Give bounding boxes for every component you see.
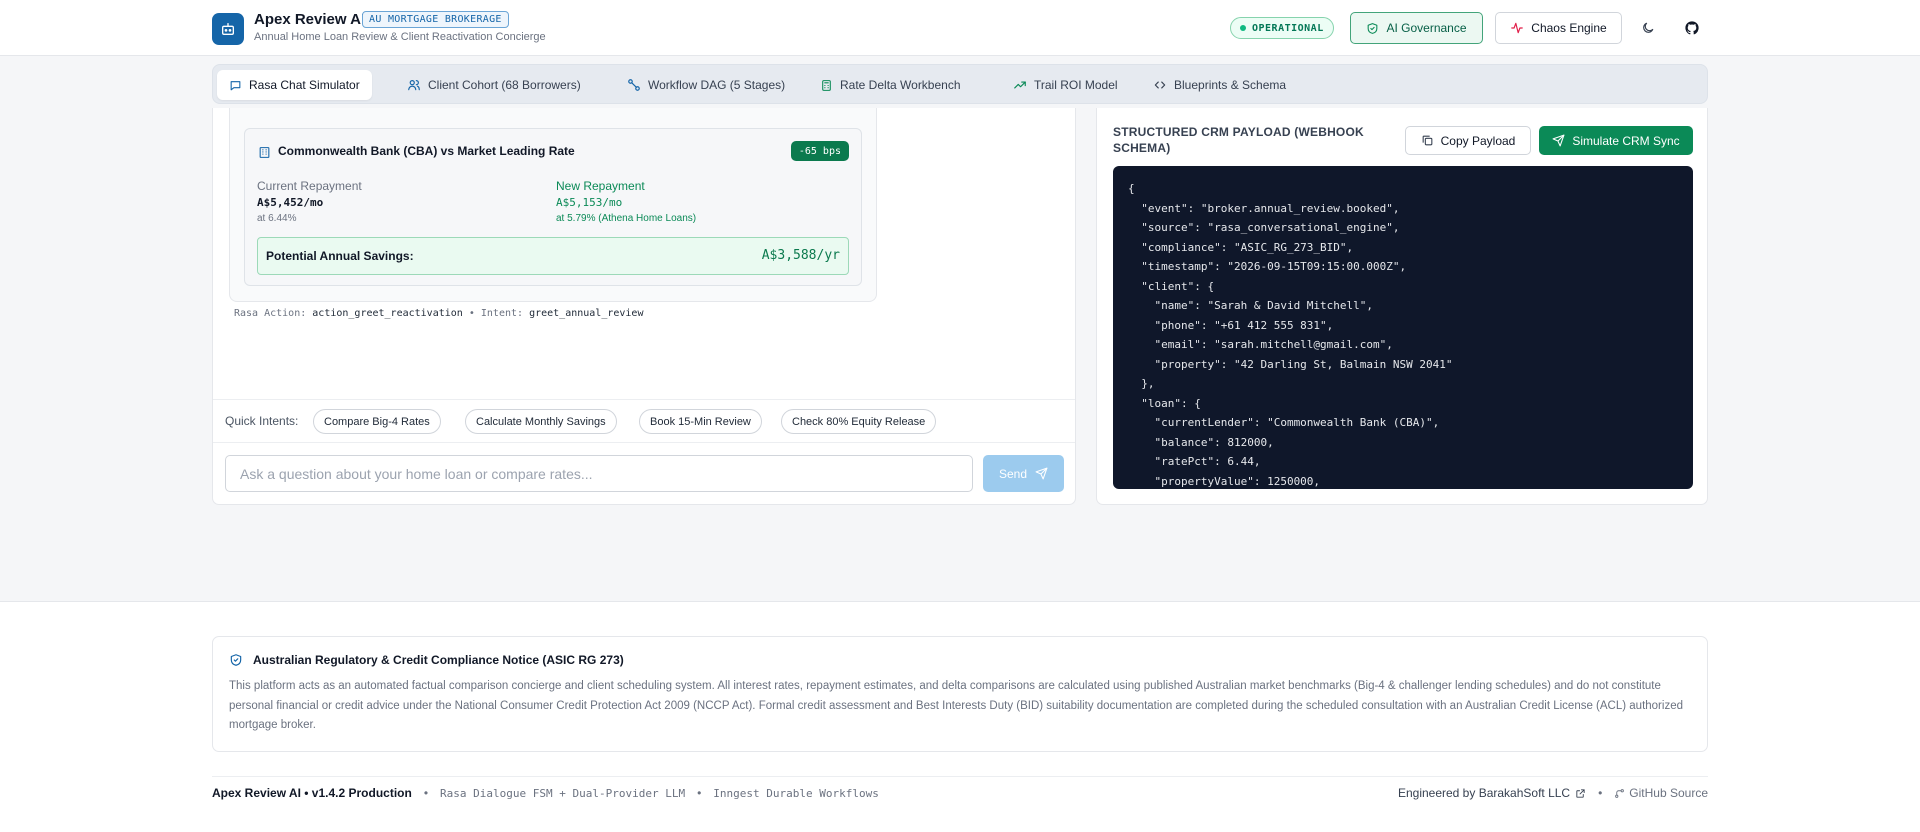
footer-tech-rasa: Rasa Dialogue FSM + Dual-Provider LLM [440, 786, 686, 800]
payload-code-block[interactable]: { "event": "broker.annual_review.booked"… [1113, 166, 1693, 489]
footer: Australian Regulatory & Credit Complianc… [0, 601, 1920, 832]
app-title: Apex Review AI [254, 11, 366, 28]
simulate-crm-sync-button[interactable]: Simulate CRM Sync [1539, 126, 1693, 155]
footer-version: Apex Review AI • v1.4.2 Production [212, 786, 412, 800]
footer-right: Engineered by BarakahSoft LLC • GitHub S… [1398, 786, 1708, 800]
separator: • [423, 786, 429, 800]
send-button[interactable]: Send [983, 455, 1064, 492]
tab-rate-delta[interactable]: Rate Delta Workbench [808, 70, 973, 100]
tab-label: Trail ROI Model [1034, 78, 1118, 92]
current-repayment-value: A$5,452/mo [257, 196, 324, 209]
activity-icon [1511, 22, 1524, 34]
send-label: Send [998, 466, 1028, 481]
status-badge: OPERATIONAL [1230, 17, 1334, 39]
current-rate: at 6.44% [257, 213, 297, 224]
theme-toggle-button[interactable] [1636, 16, 1660, 40]
chaos-engine-label: Chaos Engine [1531, 21, 1607, 35]
rate-comparison-card: Commonwealth Bank (CBA) vs Market Leadin… [244, 128, 862, 286]
send-icon [1035, 467, 1048, 480]
separator: • [697, 786, 702, 800]
tab-workflow-dag[interactable]: Workflow DAG (5 Stages) [615, 70, 797, 100]
code-icon [1154, 81, 1166, 89]
chat-icon [230, 80, 241, 90]
notice-body: This platform acts as an automated factu… [229, 680, 1683, 731]
new-repayment-value: A$5,153/mo [556, 196, 623, 209]
footer-divider [212, 776, 1708, 777]
brand-badge: AU MORTGAGE BROKERAGE [362, 11, 509, 28]
quick-intent-chip[interactable]: Calculate Monthly Savings [465, 409, 617, 434]
calculator-icon [822, 79, 831, 91]
footer-left: Apex Review AI • v1.4.2 Production • Ras… [212, 786, 879, 800]
savings-label: Potential Annual Savings: [266, 249, 414, 263]
git-branch-icon [1615, 788, 1625, 798]
tab-rasa-chat[interactable]: Rasa Chat Simulator [217, 70, 372, 100]
quick-intents-label: Quick Intents: [225, 414, 299, 428]
tab-label: Workflow DAG (5 Stages) [648, 78, 786, 92]
app-header: Apex Review AI AU MORTGAGE BROKERAGE Ann… [0, 0, 1920, 56]
rasa-action-label: Rasa Action: [234, 308, 307, 319]
ai-governance-label: AI Governance [1386, 21, 1467, 35]
github-source-link[interactable]: GitHub Source [1614, 786, 1708, 800]
chat-panel: Commonwealth Bank (CBA) vs Market Leadin… [212, 108, 1076, 505]
tab-client-cohort[interactable]: Client Cohort (68 Borrowers) [395, 70, 593, 100]
external-link-icon [1576, 788, 1585, 798]
tab-label: Rasa Chat Simulator [249, 78, 360, 92]
app-subtitle: Annual Home Loan Review & Client Reactiv… [254, 31, 546, 43]
comparison-title: Commonwealth Bank (CBA) vs Market Leadin… [278, 144, 575, 158]
tab-blueprints[interactable]: Blueprints & Schema [1141, 70, 1298, 100]
rasa-intent-label: Intent: [480, 308, 524, 319]
rasa-action-line: Rasa Action: action_greet_reactivation •… [234, 308, 643, 319]
main-tabs: Rasa Chat Simulator Client Cohort (68 Bo… [212, 64, 1708, 104]
github-icon [1685, 21, 1699, 35]
notice-title: Australian Regulatory & Credit Complianc… [253, 653, 624, 667]
quick-intent-chip[interactable]: Book 15-Min Review [639, 409, 762, 434]
trending-up-icon [1014, 81, 1026, 89]
tab-trail-roi[interactable]: Trail ROI Model [1001, 70, 1130, 100]
payload-code: { "event": "broker.annual_review.booked"… [1128, 182, 1453, 488]
engineered-by-label: Engineered by BarakahSoft LLC [1397, 786, 1571, 800]
moon-icon [1643, 22, 1654, 33]
separator: • [1598, 786, 1603, 800]
chat-input[interactable]: Ask a question about your home loan or c… [225, 455, 973, 492]
rasa-intent-value: greet_annual_review [529, 308, 644, 319]
new-repayment-label: New Repayment [556, 179, 645, 193]
savings-box: Potential Annual Savings: A$3,588/yr [257, 237, 849, 275]
rasa-action-value: action_greet_reactivation [312, 308, 463, 319]
github-source-label: GitHub Source [1629, 786, 1708, 800]
footer-tech-inngest: Inngest Durable Workflows [713, 786, 879, 800]
shield-check-icon [1368, 22, 1378, 34]
current-repayment-label: Current Repayment [257, 179, 362, 193]
status-text: OPERATIONAL [1252, 22, 1324, 34]
robot-logo-icon [212, 13, 244, 45]
engineered-by-link[interactable]: Engineered by BarakahSoft LLC [1398, 786, 1586, 800]
copy-payload-label: Copy Payload [1440, 133, 1516, 148]
bps-badge: -65 bps [790, 141, 849, 161]
new-rate: at 5.79% (Athena Home Loans) [556, 213, 697, 224]
workflow-icon [628, 79, 640, 91]
separator: • [468, 308, 475, 319]
crm-payload-panel: STRUCTURED CRM PAYLOAD (WEBHOOK SCHEMA) … [1096, 108, 1708, 505]
tab-label: Blueprints & Schema [1174, 78, 1287, 92]
quick-intents-bar: Quick Intents: Compare Big-4 Rates Calcu… [213, 399, 1075, 443]
shield-check-icon [230, 654, 242, 666]
tab-label: Rate Delta Workbench [840, 78, 961, 92]
quick-intent-chip[interactable]: Check 80% Equity Release [781, 409, 937, 434]
savings-value: A$3,588/yr [761, 248, 840, 263]
send-icon [1552, 134, 1565, 147]
github-button[interactable] [1680, 16, 1704, 40]
ai-governance-button[interactable]: AI Governance [1350, 12, 1483, 44]
bot-message-bubble: Commonwealth Bank (CBA) vs Market Leadin… [229, 108, 877, 302]
payload-title: STRUCTURED CRM PAYLOAD (WEBHOOK SCHEMA) [1113, 125, 1364, 155]
copy-icon [1422, 135, 1433, 146]
chaos-engine-button[interactable]: Chaos Engine [1495, 12, 1622, 44]
status-dot-icon [1240, 25, 1246, 31]
quick-intent-chip[interactable]: Compare Big-4 Rates [313, 409, 441, 434]
compliance-notice: Australian Regulatory & Credit Complianc… [212, 636, 1708, 752]
users-icon [408, 80, 420, 91]
copy-payload-button[interactable]: Copy Payload [1405, 126, 1531, 155]
simulate-crm-sync-label: Simulate CRM Sync [1572, 133, 1680, 148]
tab-label: Client Cohort (68 Borrowers) [428, 78, 581, 92]
bank-icon [259, 147, 270, 158]
